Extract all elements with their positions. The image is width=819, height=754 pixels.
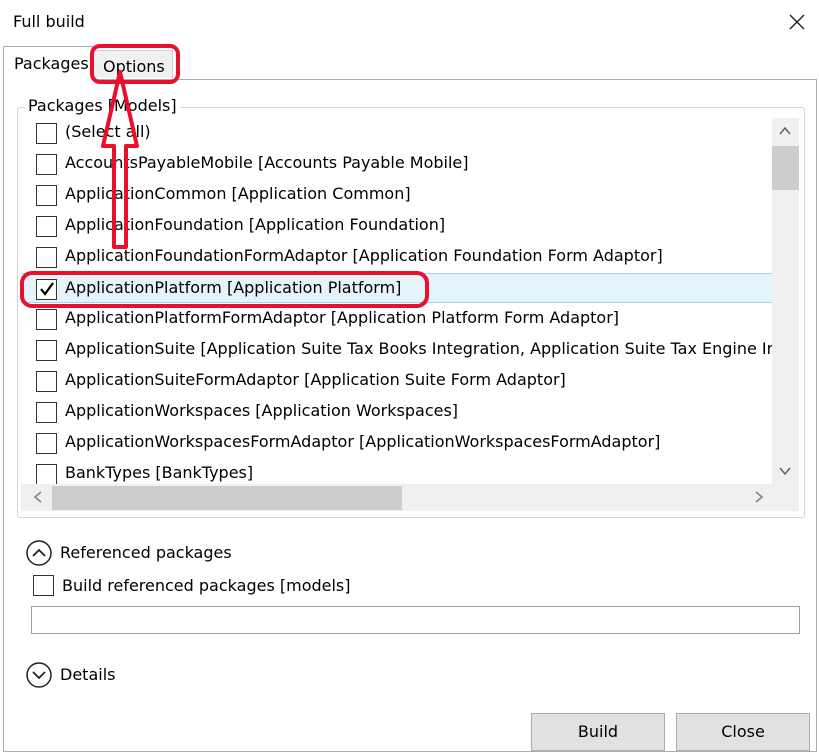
window-title: Full build (13, 12, 85, 31)
tab-options[interactable]: Options (93, 50, 173, 78)
checkbox[interactable] (36, 154, 57, 175)
checkbox[interactable] (36, 123, 57, 144)
tab-strip: Options Packages (0, 44, 819, 80)
list-item-label: ApplicationSuite [Application Suite Tax … (65, 339, 772, 358)
build-referenced-checkbox[interactable] (33, 575, 54, 596)
packages-group-legend: Packages [Models] (25, 96, 180, 115)
checkbox[interactable] (36, 247, 57, 268)
expand-icon[interactable] (25, 661, 53, 689)
list-item[interactable]: ApplicationCommon [Application Common] (21, 180, 772, 210)
checkbox[interactable] (36, 433, 57, 454)
list-item[interactable]: ApplicationFoundation [Application Found… (21, 211, 772, 241)
list-item-label: ApplicationFoundation [Application Found… (65, 215, 446, 234)
checkbox[interactable] (36, 402, 57, 423)
list-item[interactable]: ApplicationPlatformFormAdaptor [Applicat… (21, 304, 772, 334)
build-button[interactable]: Build (531, 713, 665, 751)
list-item[interactable]: ApplicationSuite [Application Suite Tax … (21, 335, 772, 365)
list-item-label: BankTypes [BankTypes] (65, 463, 254, 482)
list-item[interactable]: AccountsPayableMobile [Accounts Payable … (21, 149, 772, 179)
checkbox[interactable] (36, 309, 57, 330)
checkbox[interactable] (36, 464, 57, 484)
referenced-packages-textbox[interactable] (31, 606, 800, 634)
list-item-label: ApplicationSuiteFormAdaptor [Application… (65, 370, 566, 389)
list-item[interactable]: ApplicationWorkspacesFormAdaptor [Applic… (21, 428, 772, 458)
list-item[interactable]: ApplicationFoundationFormAdaptor [Applic… (21, 242, 772, 272)
list-item[interactable]: ApplicationSuiteFormAdaptor [Application… (21, 366, 772, 396)
list-item-label: ApplicationPlatformFormAdaptor [Applicat… (65, 308, 620, 327)
referenced-packages-header[interactable]: Referenced packages (60, 543, 232, 562)
title-bar: Full build (0, 0, 819, 44)
chevron-right-icon[interactable] (751, 488, 767, 506)
list-item-selected[interactable]: ApplicationPlatform [Application Platfor… (21, 273, 772, 303)
checkbox[interactable] (36, 216, 57, 237)
list-item-label: ApplicationWorkspacesFormAdaptor [Applic… (65, 432, 661, 451)
horizontal-scroll-thumb[interactable] (52, 486, 402, 510)
build-referenced-label[interactable]: Build referenced packages [models] (62, 576, 351, 595)
close-button[interactable]: Close (676, 713, 810, 751)
details-header[interactable]: Details (60, 665, 115, 684)
list-item-label: ApplicationFoundationFormAdaptor [Applic… (65, 246, 663, 265)
vertical-scroll-thumb[interactable] (772, 146, 799, 190)
chevron-down-icon[interactable] (776, 464, 794, 480)
collapse-icon[interactable] (25, 539, 53, 567)
tab-packages[interactable]: Packages (3, 46, 93, 80)
check-icon (40, 282, 54, 296)
list-item-label: AccountsPayableMobile [Accounts Payable … (65, 153, 469, 172)
list-item-label: ApplicationPlatform [Application Platfor… (65, 278, 402, 297)
list-item[interactable]: BankTypes [BankTypes] (21, 459, 772, 484)
checkbox-checked[interactable] (36, 279, 57, 300)
list-item[interactable]: ApplicationWorkspaces [Application Works… (21, 397, 772, 427)
scrollbar-corner (772, 484, 799, 511)
packages-list[interactable]: (Select all) AccountsPayableMobile [Acco… (21, 118, 772, 484)
list-item-label: ApplicationWorkspaces [Application Works… (65, 401, 459, 420)
list-item[interactable]: (Select all) (21, 118, 772, 148)
list-item-label: ApplicationCommon [Application Common] (65, 184, 411, 203)
checkbox[interactable] (36, 340, 57, 361)
list-item-label: (Select all) (65, 122, 151, 141)
chevron-left-icon[interactable] (30, 488, 46, 506)
close-icon[interactable] (783, 8, 811, 36)
checkbox[interactable] (36, 371, 57, 392)
chevron-up-icon[interactable] (776, 124, 794, 140)
checkbox[interactable] (36, 185, 57, 206)
